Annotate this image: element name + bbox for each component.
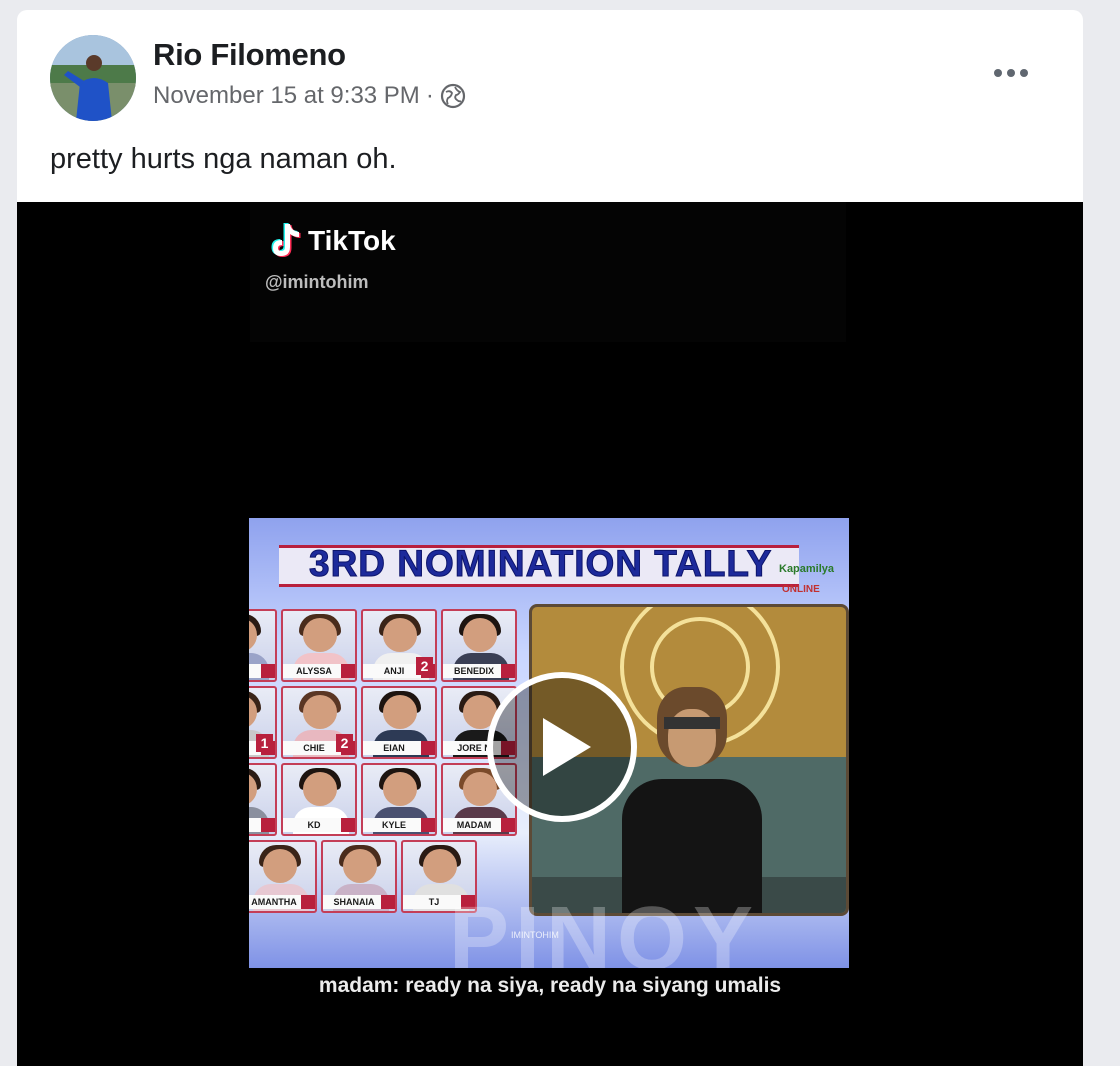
nominee-tile: BENEDIX	[441, 609, 517, 682]
show-watermark: PINOY	[449, 889, 760, 968]
nominee-face	[303, 618, 337, 652]
nominee-tile: ANJI 2	[361, 609, 437, 682]
person-headband	[664, 717, 720, 729]
nominee-face	[463, 772, 497, 806]
video-player[interactable]: TikTok @imintohim 3RD NOMINATION TALLY K…	[17, 202, 1083, 1066]
nomination-count: 1	[256, 734, 273, 752]
nominee-mark	[341, 818, 355, 832]
tiktok-icon	[271, 223, 301, 257]
nominee-name: EIAN	[363, 741, 425, 755]
nominee-mark	[261, 664, 275, 678]
nominee-face	[383, 772, 417, 806]
nominee-name: SHANAIA	[323, 895, 385, 909]
nominee-face	[303, 772, 337, 806]
nominee-tile	[249, 609, 277, 682]
nominee-face	[263, 849, 297, 883]
nominee-name: KD	[283, 818, 345, 832]
nominee-tile: KYLE	[361, 763, 437, 836]
author-name[interactable]: Rio Filomeno	[153, 37, 346, 73]
nomination-count: 2	[336, 734, 353, 752]
dot	[1007, 69, 1015, 77]
nominee-tile: CHIE 2	[281, 686, 357, 759]
globe-icon[interactable]	[440, 83, 466, 109]
nominee-face	[383, 618, 417, 652]
nominee-face	[343, 849, 377, 883]
nominee-tile: 1	[249, 686, 277, 759]
nominee-face	[423, 849, 457, 883]
nominee-mark	[261, 818, 275, 832]
nominee-tile: KD	[281, 763, 357, 836]
nominee-mark	[301, 895, 315, 909]
nominee-name: BENEDIX	[443, 664, 505, 678]
channel-watermark: IMINTOHIM	[511, 930, 559, 940]
nominee-mark	[421, 818, 435, 832]
nominee-face	[303, 695, 337, 729]
tally-title: 3RD NOMINATION TALLY	[308, 543, 773, 585]
nomination-count: 2	[416, 657, 433, 675]
network-online: ONLINE	[782, 584, 820, 595]
nominee-face	[383, 695, 417, 729]
post-caption: pretty hurts nga naman oh.	[50, 143, 397, 175]
nominee-tile: EIAN	[361, 686, 437, 759]
nominee-tile: ALYSSA	[281, 609, 357, 682]
avatar[interactable]	[50, 35, 136, 121]
nominee-name: MADAM INUTZ	[443, 818, 505, 832]
tiktok-logo: TikTok	[268, 222, 396, 260]
nominee-name: ALYSSA	[283, 664, 345, 678]
nominee-tile	[249, 763, 277, 836]
nominee-name: KYLE	[363, 818, 425, 832]
dot	[1020, 69, 1028, 77]
play-button[interactable]	[487, 672, 637, 822]
meta-separator: ·	[425, 82, 434, 109]
nominee-mark	[341, 664, 355, 678]
nominee-tile: SHANAIA	[321, 840, 397, 913]
tiktok-handle: @imintohim	[265, 272, 369, 292]
nominee-name: AMANTHA	[249, 895, 305, 909]
nominee-mark	[421, 741, 435, 755]
nominee-mark	[501, 664, 515, 678]
nominee-face	[463, 618, 497, 652]
post-meta: November 15 at 9:33 PM ·	[153, 82, 466, 110]
more-options-icon[interactable]	[991, 58, 1031, 88]
network-logo: Kapamilya	[779, 563, 835, 575]
dot	[994, 69, 1002, 77]
play-icon	[543, 718, 591, 776]
video-subtitle: madam: ready na siya, ready na siyang um…	[318, 974, 782, 997]
post-timestamp[interactable]: November 15 at 9:33 PM	[153, 82, 420, 110]
nominee-mark	[381, 895, 395, 909]
tiktok-brand: TikTok	[308, 225, 396, 256]
post-card: Rio Filomeno November 15 at 9:33 PM · pr…	[17, 10, 1083, 1066]
nominee-mark	[501, 818, 515, 832]
nominee-tile: AMANTHA	[249, 840, 317, 913]
